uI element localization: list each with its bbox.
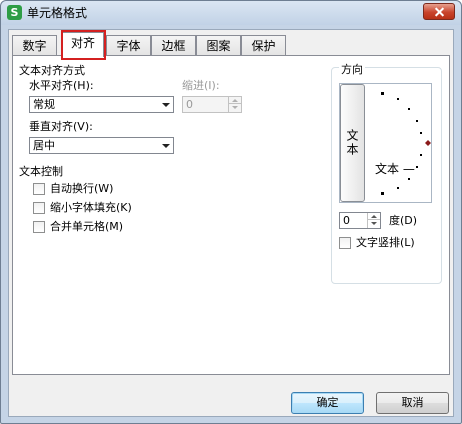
horizontal-align-label: 水平对齐(H): bbox=[29, 79, 94, 92]
rotation-dial[interactable] bbox=[368, 84, 432, 202]
degrees-label: 度(D) bbox=[389, 214, 418, 227]
shrink-to-fit-checkbox[interactable] bbox=[33, 202, 45, 214]
text-alignment-title: 文本对齐方式 bbox=[19, 62, 85, 78]
stepper-down-icon[interactable] bbox=[229, 104, 241, 111]
tab-pattern[interactable]: 图案 bbox=[196, 35, 241, 56]
vertical-text-button[interactable]: 文本 bbox=[340, 84, 365, 202]
vertical-align-label: 垂直对齐(V): bbox=[29, 120, 93, 133]
stepper-down-icon[interactable] bbox=[368, 220, 380, 227]
indent-label: 缩进(I): bbox=[182, 79, 220, 92]
dial-text: 文本 — bbox=[375, 162, 415, 176]
wrap-text-checkbox[interactable] bbox=[33, 183, 45, 195]
tab-alignment[interactable]: 对齐 bbox=[62, 32, 104, 57]
divider bbox=[93, 69, 241, 70]
tab-font[interactable]: 字体 bbox=[106, 35, 151, 56]
dialog-body: 数字 对齐 字体 边框 图案 保护 文本对齐方式 水平对齐(H): 常规 缩进(… bbox=[8, 29, 454, 417]
dial-marker-icon bbox=[425, 140, 431, 146]
cancel-button[interactable]: 取消 bbox=[376, 392, 449, 414]
degrees-stepper[interactable]: 0 bbox=[339, 212, 381, 229]
text-control-title: 文本控制 bbox=[19, 163, 63, 179]
chevron-down-icon bbox=[158, 138, 173, 153]
window-title: 单元格格式 bbox=[27, 6, 88, 20]
tab-protection[interactable]: 保护 bbox=[241, 35, 286, 56]
orientation-title: 方向 bbox=[339, 61, 365, 77]
stepper-buttons bbox=[367, 213, 380, 228]
stepper-up-icon[interactable] bbox=[229, 97, 241, 104]
chevron-down-icon bbox=[158, 97, 173, 112]
merge-cells-checkbox[interactable] bbox=[33, 221, 45, 233]
close-button[interactable] bbox=[423, 3, 455, 20]
indent-value: 0 bbox=[186, 98, 193, 111]
divider bbox=[71, 170, 241, 171]
vertical-stack-label[interactable]: 文字竖排(L) bbox=[356, 236, 415, 250]
indent-stepper[interactable]: 0 bbox=[182, 96, 242, 113]
tab-border[interactable]: 边框 bbox=[151, 35, 196, 56]
ok-button[interactable]: 确定 bbox=[291, 392, 364, 414]
vertical-stack-checkbox[interactable] bbox=[339, 237, 351, 249]
horizontal-align-value: 常规 bbox=[33, 98, 55, 111]
vertical-align-select[interactable]: 居中 bbox=[29, 137, 174, 154]
tab-number[interactable]: 数字 bbox=[12, 35, 57, 56]
dial-dots bbox=[381, 92, 422, 195]
horizontal-align-select[interactable]: 常规 bbox=[29, 96, 174, 113]
vertical-align-value: 居中 bbox=[33, 139, 55, 152]
shrink-to-fit-label[interactable]: 缩小字体填充(K) bbox=[50, 201, 132, 215]
alignment-panel: 文本对齐方式 水平对齐(H): 常规 缩进(I): 0 垂直对齐(V): 居中 bbox=[12, 55, 450, 375]
title-bar[interactable]: S 单元格格式 bbox=[1, 1, 461, 25]
app-logo-icon: S bbox=[7, 5, 22, 20]
wrap-text-label[interactable]: 自动换行(W) bbox=[50, 182, 113, 196]
degrees-value: 0 bbox=[343, 214, 350, 227]
dialog-window: S 单元格格式 数字 对齐 字体 边框 图案 保护 文本对齐方式 水平对齐(H)… bbox=[0, 0, 462, 424]
merge-cells-label[interactable]: 合并单元格(M) bbox=[50, 220, 123, 234]
stepper-buttons bbox=[228, 97, 241, 112]
stepper-up-icon[interactable] bbox=[368, 213, 380, 220]
